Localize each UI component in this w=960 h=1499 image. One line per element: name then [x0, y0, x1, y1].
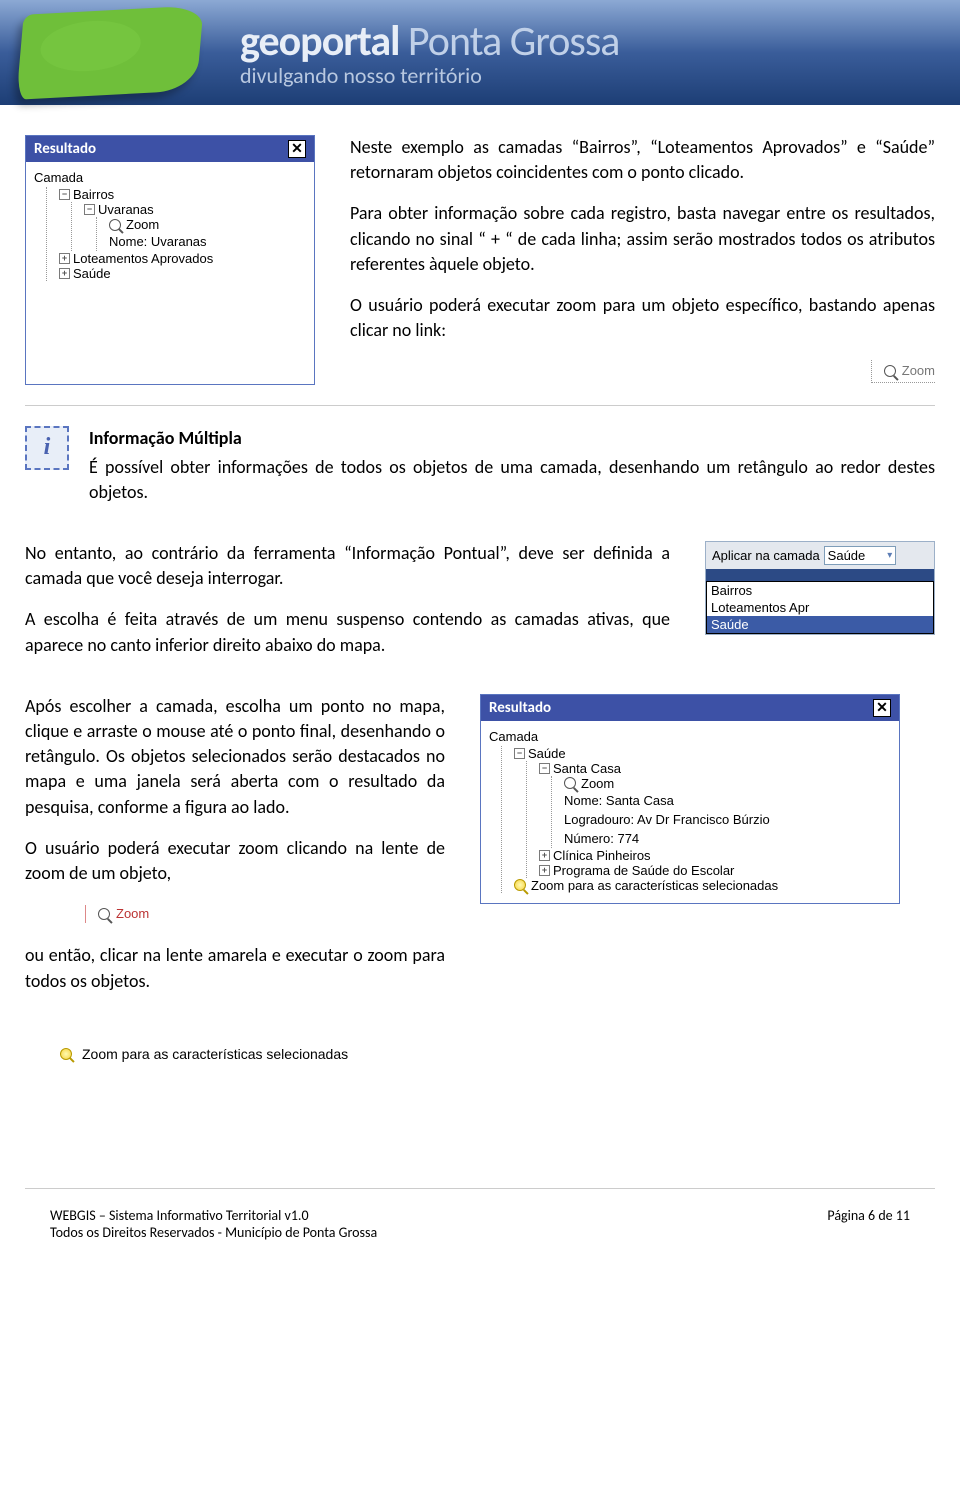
tree-node-programa[interactable]: +Programa de Saúde do Escolar [539, 863, 895, 878]
tree-zoom-link[interactable]: Zoom [109, 217, 310, 232]
tree-node-santacasa[interactable]: −Santa Casa [539, 761, 895, 776]
p3: O usuário poderá executar zoom para um o… [350, 293, 935, 343]
header-banner: geoportal Ponta Grossa divulgando nosso … [0, 0, 960, 105]
result-tree-2: Camada −Saúde −Santa Casa Zoom Nome: San… [481, 721, 899, 893]
t2p2: A escolha é feita através de um menu sus… [25, 607, 670, 657]
t3p1: Após escolher a camada, escolha um ponto… [25, 694, 445, 820]
tree-node-uvaranas[interactable]: −Uvaranas [84, 202, 310, 217]
page-footer: WEBGIS – Sistema Informativo Territorial… [25, 1188, 935, 1261]
tree-root: Camada [34, 168, 310, 187]
select-option-list: Bairros Loteamentos Apr Saúde [706, 581, 934, 634]
text3: Após escolher a camada, escolha um ponto… [25, 694, 445, 1010]
header-logo [16, 5, 203, 99]
layer-select[interactable]: Saúde ▾ [824, 546, 897, 565]
result-title-2: Resultado [489, 699, 551, 717]
zoom-all-icon [60, 1048, 72, 1060]
tree-node-clinica[interactable]: +Clínica Pinheiros [539, 848, 895, 863]
tree-node-saude[interactable]: −Saúde [514, 746, 895, 761]
zoom-icon [564, 777, 576, 789]
header-title-bold: geoportal [240, 16, 399, 67]
p1: Neste exemplo as camadas “Bairros”, “Lot… [350, 135, 935, 185]
result-title: Resultado [34, 140, 96, 158]
zoom-icon [884, 365, 896, 377]
result-panel-1: Resultado ✕ Camada −Bairros −Uvaranas Zo… [25, 135, 315, 385]
tree-node-bairros[interactable]: −Bairros [59, 187, 310, 202]
close-icon[interactable]: ✕ [873, 699, 891, 717]
result-titlebar-2: Resultado ✕ [481, 695, 899, 721]
header-title-light: Ponta Grossa [399, 16, 619, 67]
tree-attr-nome: Nome: Santa Casa [564, 791, 895, 810]
select-opt-bairros[interactable]: Bairros [707, 582, 933, 599]
chevron-down-icon: ▾ [887, 550, 892, 561]
info-multi-body: É possível obter informações de todos os… [89, 455, 935, 505]
zoom-icon [98, 908, 110, 920]
result-panel-2: Resultado ✕ Camada −Saúde −Santa Casa Zo… [480, 694, 900, 904]
tree-node-saude[interactable]: +Saúde [59, 266, 310, 281]
select-opt-loteamentos[interactable]: Loteamentos Apr [707, 599, 933, 616]
header-text: geoportal Ponta Grossa divulgando nosso … [240, 16, 619, 89]
layer-select-panel: Aplicar na camada Saúde ▾ Bairros Loteam… [705, 541, 935, 635]
select-opt-saude[interactable]: Saúde [707, 616, 933, 633]
info-multi-text: Informação Múltipla É possível obter inf… [89, 426, 935, 522]
text2: No entanto, ao contrário da ferramenta “… [25, 541, 670, 674]
zoom-all-icon [514, 879, 526, 891]
tree-attr-logradouro: Logradouro: Av Dr Francisco Búrzio [564, 810, 895, 829]
intro-text: Neste exemplo as camadas “Bairros”, “Lot… [350, 135, 935, 385]
t3p2: O usuário poderá executar zoom clicando … [25, 836, 445, 886]
footer-line2: Todos os Direitos Reservados - Município… [50, 1224, 377, 1241]
info-multi-title: Informação Múltipla [89, 426, 935, 451]
info-multi-icon: i [25, 426, 69, 470]
p2: Para obter informação sobre cada registr… [350, 201, 935, 277]
select-label: Aplicar na camada [712, 548, 820, 563]
tree-attr-numero: Número: 774 [564, 829, 895, 848]
zoom-icon [109, 219, 121, 231]
result-titlebar: Resultado ✕ [26, 136, 314, 162]
t2p1: No entanto, ao contrário da ferramenta “… [25, 541, 670, 591]
zoom-snippet-red: Zoom [85, 905, 149, 923]
tree-zoom-link[interactable]: Zoom [564, 776, 895, 791]
zoom-all-snippet: Zoom para as características selecionada… [50, 1040, 358, 1068]
t3p3: ou então, clicar na lente amarela e exec… [25, 943, 445, 993]
tree-node-loteamentos[interactable]: +Loteamentos Aprovados [59, 251, 310, 266]
close-icon[interactable]: ✕ [288, 140, 306, 158]
tree-attr-nome: Nome: Uvaranas [109, 232, 310, 251]
page-number: Página 6 de 11 [827, 1207, 910, 1241]
zoom-snippet: Zoom [871, 360, 935, 383]
tree-root-2: Camada [489, 727, 895, 746]
footer-line1: WEBGIS – Sistema Informativo Territorial… [50, 1207, 377, 1224]
zoom-all-link[interactable]: Zoom para as características selecionada… [514, 878, 895, 893]
result-tree: Camada −Bairros −Uvaranas Zoom Nome: Uva… [26, 162, 314, 281]
